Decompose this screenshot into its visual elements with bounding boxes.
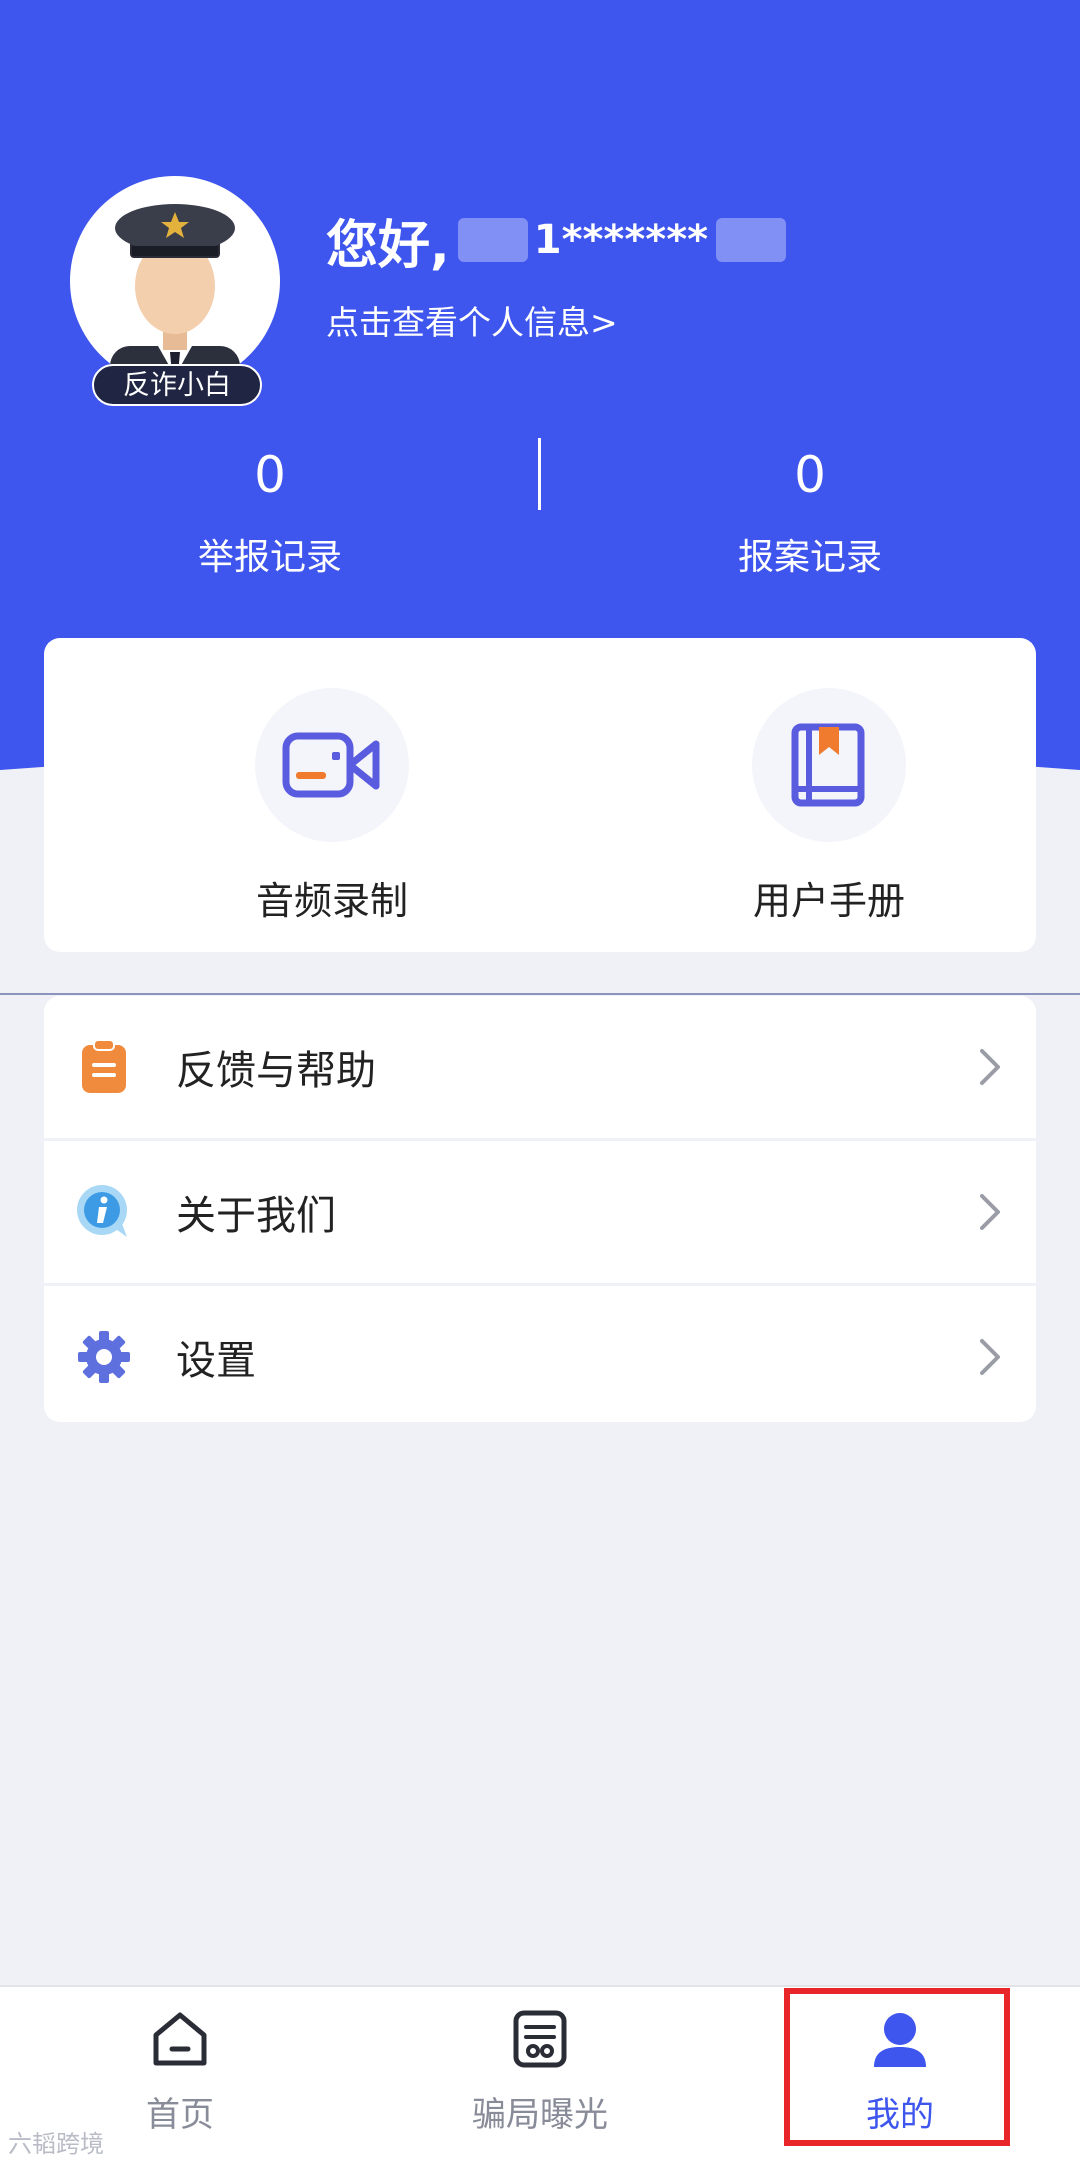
masked-phone-blur-tail <box>716 218 787 262</box>
book-icon <box>752 688 906 842</box>
chevron-right-icon <box>980 1194 1000 1230</box>
chevron-right-icon <box>980 1339 1000 1375</box>
info-icon <box>72 1180 136 1244</box>
case-records-count: 0 <box>794 446 826 504</box>
masked-phone-blur <box>457 218 528 262</box>
report-records-stat[interactable]: 0 举报记录 <box>120 440 420 580</box>
greeting-row: 您好, 1******* <box>326 200 787 280</box>
watermark-text: 六韬跨境 <box>8 2130 104 2158</box>
menu-item-about-us[interactable]: 关于我们 <box>44 1141 1036 1286</box>
menu-item-feedback[interactable]: 反馈与帮助 <box>44 996 1036 1141</box>
audio-recording-button[interactable]: 音频录制 <box>202 688 462 925</box>
tab-scam-exposure-label: 骗局曝光 <box>472 2095 608 2135</box>
tab-scam-exposure[interactable]: 骗局曝光 <box>410 2007 670 2136</box>
report-records-label: 举报记录 <box>197 537 342 578</box>
view-profile-link[interactable]: 点击查看个人信息> <box>326 296 618 344</box>
home-icon <box>153 2012 207 2066</box>
highlight-annotation-box <box>784 1988 1010 2146</box>
stats-divider <box>538 438 541 510</box>
chevron-right-icon <box>980 1049 1000 1085</box>
menu-item-feedback-label: 反馈与帮助 <box>176 1048 376 1094</box>
audio-recording-label: 音频录制 <box>255 879 408 923</box>
tools-card: 音频录制 用户手册 <box>44 638 1036 952</box>
newspaper-icon <box>513 2010 567 2068</box>
user-manual-label: 用户手册 <box>752 879 905 923</box>
clipboard-icon <box>72 1035 136 1099</box>
video-camera-icon <box>255 688 409 842</box>
section-divider <box>0 993 1080 995</box>
case-records-stat[interactable]: 0 报案记录 <box>660 440 960 580</box>
user-level-badge: 反诈小白 <box>92 364 262 406</box>
settings-menu: 反馈与帮助 关于我们 设置 <box>44 996 1036 1422</box>
report-records-count: 0 <box>254 446 286 504</box>
greeting-text: 您好, <box>326 215 450 276</box>
police-officer-avatar-icon <box>110 204 240 386</box>
menu-item-settings[interactable]: 设置 <box>44 1286 1036 1422</box>
menu-item-settings-label: 设置 <box>176 1338 256 1384</box>
case-records-label: 报案记录 <box>737 537 882 578</box>
menu-item-about-us-label: 关于我们 <box>176 1193 336 1239</box>
gear-icon <box>72 1325 136 1389</box>
user-manual-button[interactable]: 用户手册 <box>699 688 959 925</box>
tab-home[interactable]: 首页 <box>50 2007 310 2136</box>
masked-phone-number: 1******* <box>533 217 709 263</box>
avatar[interactable] <box>70 176 280 386</box>
